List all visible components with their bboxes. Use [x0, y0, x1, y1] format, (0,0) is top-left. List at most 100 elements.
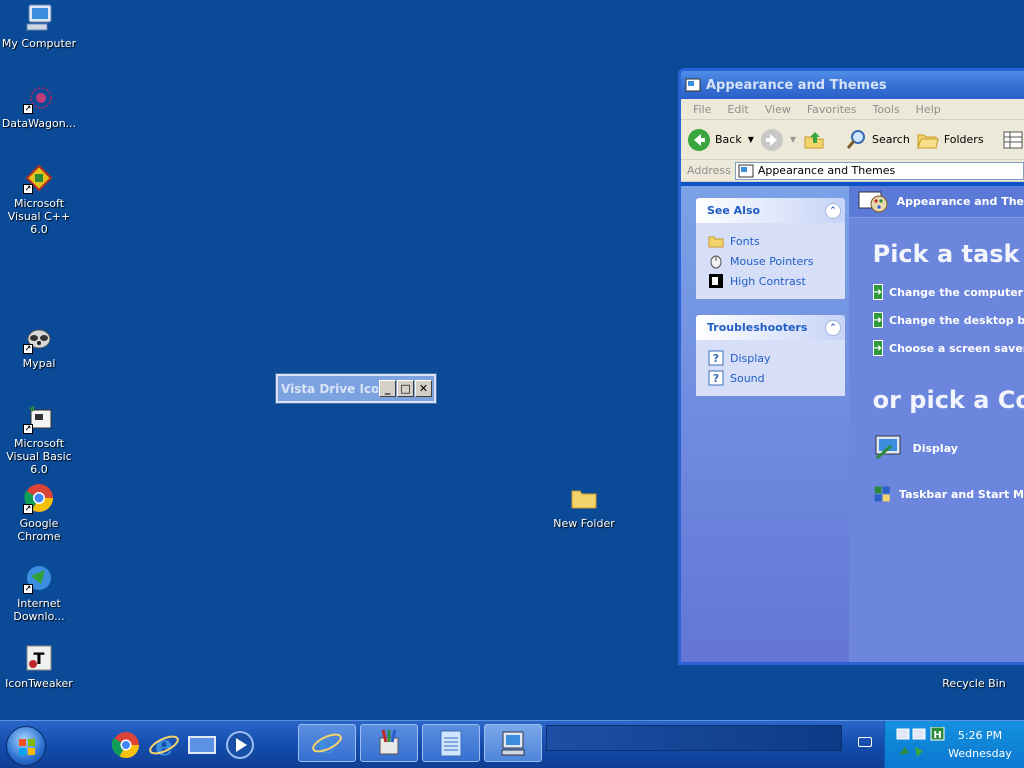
pick-an-icon-heading: or pick a Co [872, 386, 1024, 414]
download-manager-icon: ↗ [23, 562, 55, 594]
menu-bar: File Edit View Favorites Tools Help [681, 99, 1024, 120]
back-label: Back [715, 133, 742, 146]
title-bar[interactable]: Appearance and Themes [681, 71, 1024, 99]
notepad-icon [440, 730, 462, 757]
menu-view[interactable]: View [757, 103, 799, 116]
desktop-icon-internet-download[interactable]: ↗ Internet Downlo... [0, 562, 78, 623]
up-folder-button[interactable] [802, 128, 826, 152]
see-also-header[interactable]: See Also ⌃ [696, 198, 845, 223]
keyboard-icon[interactable] [858, 737, 872, 747]
datawagon-icon: ↗ [23, 82, 55, 114]
see-also-item-fonts[interactable]: Fonts [708, 231, 845, 251]
see-also-item-high-contrast[interactable]: High Contrast [708, 271, 845, 291]
minimize-button[interactable]: _ [379, 380, 396, 397]
window-title: Appearance and Themes [706, 77, 887, 93]
help-icon: ? [708, 350, 724, 366]
menu-favorites[interactable]: Favorites [799, 103, 865, 116]
category-label: Taskbar and Start M [899, 487, 1024, 501]
control-panel-icon [738, 164, 754, 177]
address-label: Address [687, 164, 731, 177]
category-display[interactable]: Display [873, 432, 1024, 464]
troubleshooters-panel: Troubleshooters ⌃ ? Display ? Sound [696, 315, 845, 396]
close-button[interactable]: ✕ [415, 380, 432, 397]
desktop-icon-label: Microsoft Visual Basic 6.0 [6, 437, 72, 476]
dropdown-arrow-icon[interactable]: ▼ [790, 135, 796, 144]
desktop-icon-google-chrome[interactable]: ↗ Google Chrome [0, 482, 78, 543]
taskbar-button-control-panel[interactable] [484, 724, 542, 762]
desktop-icon-label: IconTweaker [5, 677, 73, 690]
desktop-icon-label: Internet Downlo... [13, 597, 65, 623]
address-bar: Address Appearance and Themes [681, 160, 1024, 182]
desktop-icon-my-computer[interactable]: My Computer [0, 2, 78, 50]
main-pane-title: Appearance and The [896, 195, 1024, 208]
windows-logo-icon [19, 739, 35, 755]
paint-icon [379, 729, 399, 755]
menu-help[interactable]: Help [908, 103, 949, 116]
folders-icon [917, 134, 939, 148]
chrome-quicklaunch-icon[interactable] [110, 729, 142, 761]
see-also-item-mouse-pointers[interactable]: Mouse Pointers [708, 251, 845, 271]
menu-file[interactable]: File [685, 103, 719, 116]
desktop-icon-visual-cpp[interactable]: ↗ Microsoft Visual C++ 6.0 [0, 162, 78, 236]
maximize-button[interactable]: □ [397, 380, 414, 397]
back-button[interactable]: Back ▼ [687, 128, 754, 152]
taskbar-button-notepad[interactable] [422, 724, 480, 762]
task-link-screen-saver[interactable]: ➜ Choose a screen saver [872, 340, 1024, 356]
vista-drive-icon-window[interactable]: Vista Drive Icon _ □ ✕ [276, 374, 436, 403]
clock-time: 5:26 PM [957, 729, 1003, 742]
forward-button[interactable]: ▼ [760, 128, 796, 152]
main-pane: Appearance and The Pick a task ➜ Change … [848, 186, 1024, 662]
high-contrast-icon [709, 274, 723, 288]
shortcut-arrow-icon: ↗ [23, 344, 33, 354]
desktop-icon-visual-basic[interactable]: ↗ Microsoft Visual Basic 6.0 [0, 402, 78, 476]
explorer-window: Appearance and Themes File Edit View Fav… [678, 68, 1024, 665]
main-pane-body: Pick a task ➜ Change the computer' ➜ Cha… [848, 218, 1024, 662]
see-also-label: High Contrast [730, 274, 806, 288]
show-desktop-quicklaunch-icon[interactable] [186, 729, 218, 761]
menu-tools[interactable]: Tools [865, 103, 908, 116]
tray-icons[interactable]: H [895, 727, 949, 763]
forward-arrow-icon [760, 128, 783, 151]
pick-a-task-heading: Pick a task [872, 240, 1020, 268]
category-label: Display [912, 441, 958, 455]
address-value: Appearance and Themes [757, 164, 896, 177]
category-taskbar-start-menu[interactable]: Taskbar and Start M [873, 478, 1024, 510]
clock[interactable]: 5:26 PM Wednesday [944, 727, 1016, 763]
task-pane: See Also ⌃ Fonts Mouse Pointers High Con… [681, 186, 849, 662]
desktop-icon-new-folder[interactable]: New Folder [545, 482, 623, 530]
troubleshooters-title: Troubleshooters [707, 321, 808, 334]
menu-edit[interactable]: Edit [719, 103, 756, 116]
see-also-label: Mouse Pointers [730, 254, 814, 268]
troubleshooters-header[interactable]: Troubleshooters ⌃ [696, 315, 845, 340]
media-player-quicklaunch-icon[interactable] [224, 729, 256, 761]
task-label: Change the desktop b [889, 313, 1024, 327]
control-panel-icon [685, 78, 701, 92]
search-button[interactable]: Search [844, 128, 910, 152]
troubleshooter-item-sound[interactable]: ? Sound [708, 368, 845, 388]
start-button[interactable] [6, 726, 46, 766]
collapse-chevron-icon[interactable]: ⌃ [825, 319, 841, 336]
help-icon: ? [708, 370, 724, 386]
troubleshooter-item-display[interactable]: ? Display [708, 348, 845, 368]
folder-icon [568, 482, 600, 514]
collapse-chevron-icon[interactable]: ⌃ [825, 202, 841, 219]
desktop-icon-icontweaker[interactable]: T IconTweaker [0, 642, 78, 690]
task-link-change-background[interactable]: ➜ Change the desktop b [872, 312, 1024, 328]
computer-icon [23, 2, 55, 34]
address-input[interactable]: Appearance and Themes [734, 161, 1024, 180]
task-link-change-theme[interactable]: ➜ Change the computer' [872, 284, 1024, 300]
window-title: Vista Drive Icon [281, 381, 378, 396]
desktop-icon-label: Microsoft Visual C++ 6.0 [7, 197, 71, 236]
desktop-icon-label: Google Chrome [17, 517, 61, 543]
see-also-body: Fonts Mouse Pointers High Contrast [696, 223, 845, 299]
dropdown-arrow-icon[interactable]: ▼ [748, 135, 754, 144]
fonts-folder-icon [708, 236, 724, 248]
taskbar-button-internet-explorer[interactable]: e [298, 724, 356, 762]
desktop-icon-datawagon[interactable]: ↗ DataWagon... [0, 82, 78, 130]
desktop-icon-mypal[interactable]: ↗ Mypal [0, 322, 78, 370]
folders-button[interactable]: Folders [916, 128, 984, 152]
internet-explorer-quicklaunch-icon[interactable]: e [148, 729, 180, 761]
taskbar-button-paint[interactable] [360, 724, 418, 762]
views-button[interactable] [1002, 129, 1024, 151]
notification-area: H 5:26 PM Wednesday [884, 721, 1024, 768]
